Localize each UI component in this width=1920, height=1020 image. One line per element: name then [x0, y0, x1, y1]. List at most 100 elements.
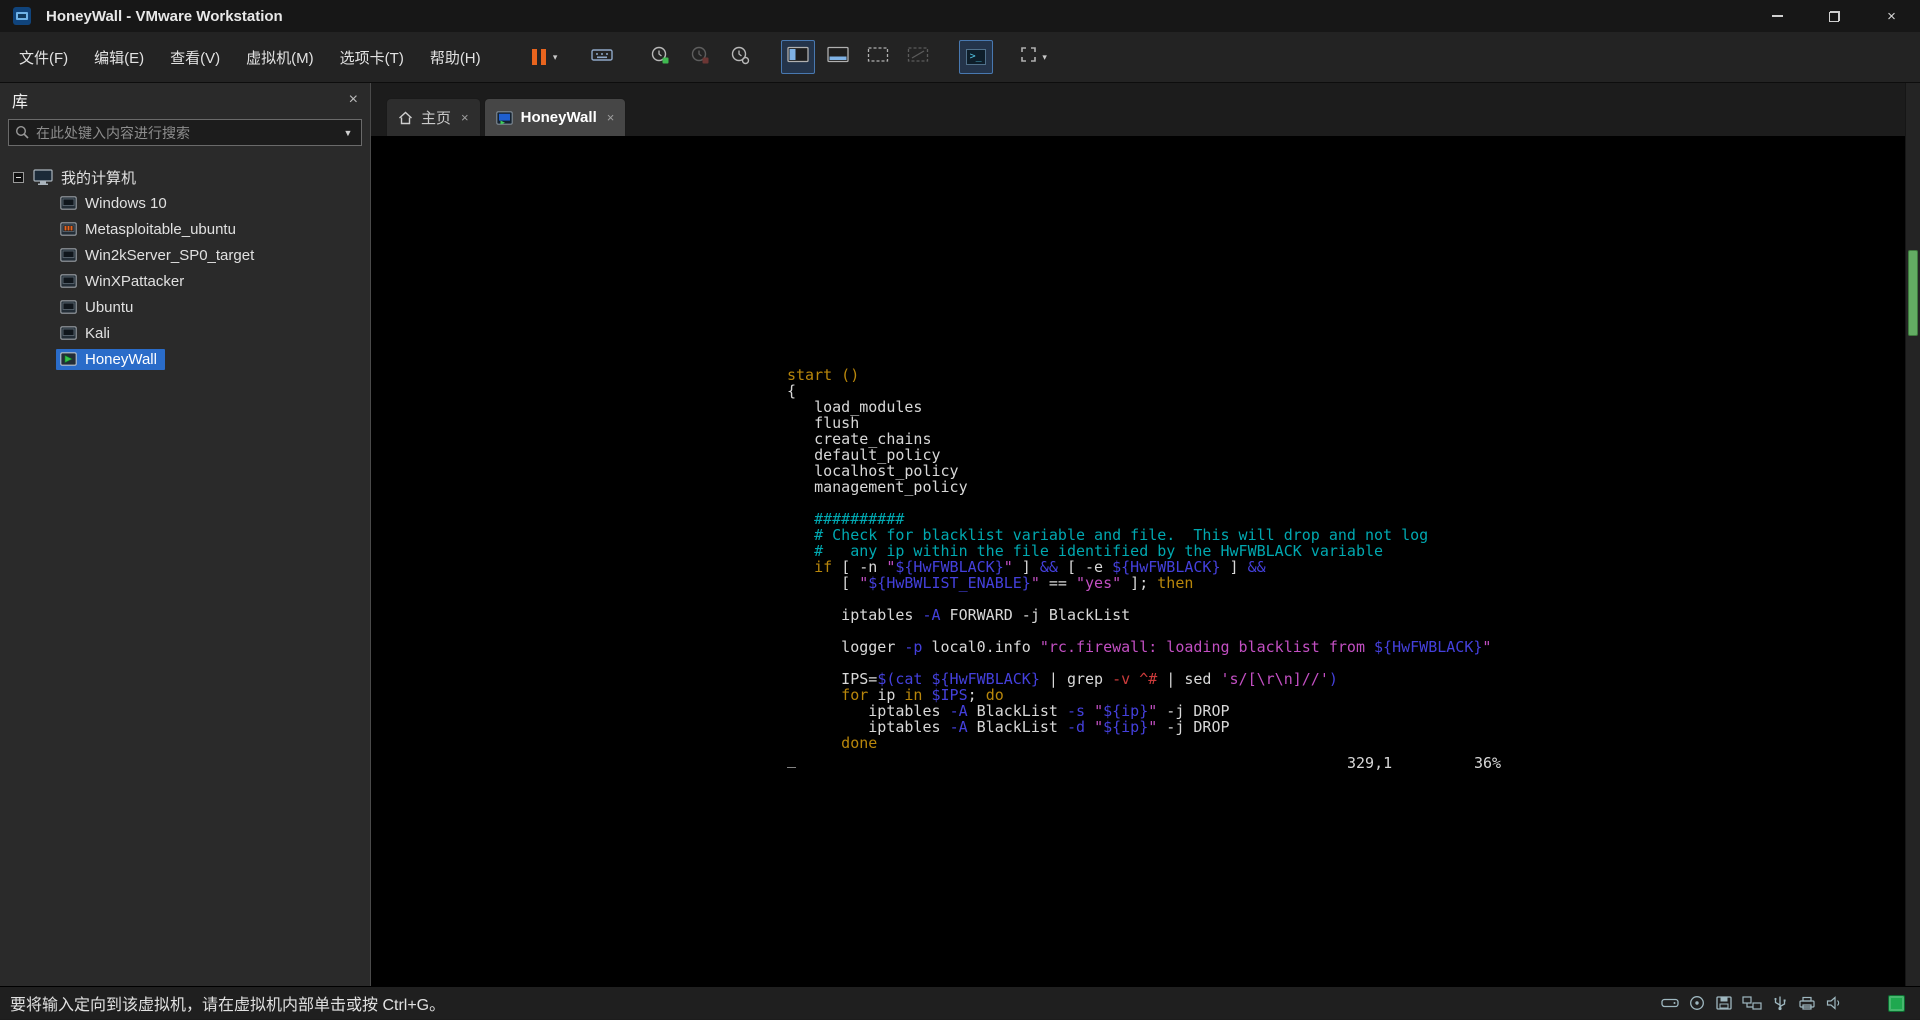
pause-button[interactable]: ▾ — [527, 40, 561, 74]
vertical-scrollbar[interactable] — [1905, 83, 1920, 986]
library-panel-icon — [786, 46, 809, 68]
thumbnail-bar-icon — [826, 46, 849, 68]
tab-bar: 主页 × HoneyWall × — [371, 83, 1920, 136]
tree-item-honeywall[interactable]: HoneyWall — [0, 346, 370, 372]
tree-item-label: WinXPattacker — [85, 272, 185, 290]
tree-item-label: Metasploitable_ubuntu — [85, 220, 236, 238]
printer-icon[interactable] — [1798, 995, 1816, 1011]
library-close-icon[interactable]: × — [349, 91, 358, 109]
window-controls: × — [1749, 0, 1920, 32]
take-snapshot-button[interactable] — [643, 40, 677, 74]
tab-home[interactable]: 主页 × — [386, 98, 481, 136]
fit-guest-button[interactable] — [861, 40, 895, 74]
vm-console-screen[interactable]: start (){ load_modules flush create_chai… — [371, 136, 1905, 986]
close-button[interactable]: × — [1863, 0, 1920, 32]
tree-item-windows10[interactable]: Windows 10 — [0, 190, 370, 216]
tree-item-label: Windows 10 — [85, 194, 167, 212]
restore-icon — [1829, 10, 1840, 22]
sound-icon[interactable] — [1825, 995, 1843, 1011]
tree-item-ubuntu[interactable]: Ubuntu — [0, 294, 370, 320]
floppy-icon[interactable] — [1715, 995, 1733, 1011]
minimize-button[interactable] — [1749, 0, 1806, 32]
vim-ruler: 329,1 — [1347, 754, 1393, 772]
window-title: HoneyWall - VMware Workstation — [46, 7, 283, 25]
tree-item-metasploitable[interactable]: Metasploitable_ubuntu — [0, 216, 370, 242]
vm-tab-icon — [495, 110, 513, 125]
status-message: 要将输入定向到该虚拟机，请在虚拟机内部单击或按 Ctrl+G。 — [10, 997, 446, 1014]
vm-workspace: 主页 × HoneyWall × start (){ load_modules … — [371, 83, 1920, 986]
main-menu: 文件(F) 编辑(E) 查看(V) 虚拟机(M) 选项卡(T) 帮助(H) — [6, 38, 494, 77]
tree-item-label: Ubuntu — [85, 298, 134, 316]
menu-edit[interactable]: 编辑(E) — [81, 38, 157, 77]
take-snapshot-icon — [650, 45, 670, 70]
tree-item-kali[interactable]: Kali — [0, 320, 370, 346]
usb-icon[interactable] — [1771, 995, 1789, 1011]
tab-honeywall[interactable]: HoneyWall × — [483, 98, 627, 136]
scrollbar-thumb[interactable] — [1908, 250, 1918, 336]
manage-snapshots-button[interactable] — [723, 40, 757, 74]
fullscreen-icon — [1020, 46, 1037, 68]
keyboard-icon — [590, 47, 613, 68]
vm-icon — [60, 248, 77, 262]
fit-window-button[interactable] — [901, 40, 935, 74]
tree-item-win2kserver[interactable]: Win2kServer_SP0_target — [0, 242, 370, 268]
pause-dropdown-caret-icon[interactable]: ▾ — [553, 52, 558, 63]
revert-snapshot-button[interactable] — [683, 40, 717, 74]
library-panel: 库 × ▼ — [0, 83, 371, 986]
vm-icon — [60, 300, 77, 314]
toolbar: ▾ >_ ▾ — [524, 40, 1054, 74]
tab-close-icon[interactable]: × — [607, 110, 615, 125]
revert-snapshot-icon — [690, 45, 710, 70]
console-view-toggle[interactable]: >_ — [958, 40, 993, 74]
show-library-toggle[interactable] — [780, 40, 815, 74]
tab-label: 主页 — [421, 110, 452, 127]
vm-icon — [60, 222, 77, 236]
search-input[interactable] — [36, 124, 335, 141]
vim-scroll-percent: 36% — [1474, 754, 1502, 772]
search-icon — [15, 125, 30, 140]
vm-icon — [60, 326, 77, 340]
menu-file[interactable]: 文件(F) — [6, 38, 81, 77]
content-area: 库 × ▼ — [0, 83, 1920, 986]
vm-state-indicator[interactable] — [1888, 995, 1905, 1012]
title-bar: HoneyWall - VMware Workstation × — [0, 0, 1920, 32]
search-dropdown-icon[interactable]: ▼ — [335, 120, 361, 145]
tree-item-my-computer[interactable]: 我的计算机 — [0, 164, 370, 190]
fit-window-icon — [907, 46, 929, 68]
library-search-box: ▼ — [8, 119, 362, 146]
status-bar: 要将输入定向到该虚拟机，请在虚拟机内部单击或按 Ctrl+G。 — [0, 986, 1920, 1019]
tab-label: HoneyWall — [520, 109, 597, 126]
show-thumbnail-bar-toggle[interactable] — [821, 40, 855, 74]
vm-icon — [60, 196, 77, 210]
fullscreen-dropdown-caret-icon[interactable]: ▾ — [1042, 52, 1047, 63]
tree-item-label: HoneyWall — [85, 350, 157, 368]
minimize-icon — [1772, 15, 1783, 17]
terminal-icon: >_ — [965, 49, 986, 65]
menu-help[interactable]: 帮助(H) — [417, 38, 494, 77]
vmware-logo-icon — [12, 6, 32, 26]
network-icon[interactable] — [1742, 995, 1762, 1011]
fit-guest-icon — [867, 46, 889, 68]
menu-vm[interactable]: 虚拟机(M) — [233, 38, 327, 77]
restore-button[interactable] — [1806, 0, 1863, 32]
device-status-icons — [1661, 987, 1843, 1019]
menu-tabs[interactable]: 选项卡(T) — [327, 38, 417, 77]
tree-item-label: Kali — [85, 324, 111, 342]
cd-rom-icon[interactable] — [1688, 995, 1706, 1011]
tab-close-icon[interactable]: × — [461, 110, 469, 125]
menu-bar: 文件(F) 编辑(E) 查看(V) 虚拟机(M) 选项卡(T) 帮助(H) ▾ — [0, 32, 1920, 83]
send-ctrl-alt-del-button[interactable] — [585, 40, 619, 74]
library-header: 库 × — [0, 83, 370, 117]
tree-item-winxpattacker[interactable]: WinXPattacker — [0, 268, 370, 294]
tree-collapse-icon[interactable] — [13, 171, 24, 183]
menu-view[interactable]: 查看(V) — [157, 38, 233, 77]
vm-icon — [60, 274, 77, 288]
home-icon — [398, 111, 413, 125]
pause-icon — [531, 49, 537, 65]
manage-snapshots-icon — [730, 45, 750, 70]
hard-disk-icon[interactable] — [1661, 995, 1679, 1011]
fullscreen-button[interactable]: ▾ — [1017, 40, 1051, 74]
computer-icon — [33, 168, 53, 186]
vm-tree: 我的计算机 Windows 10 Metasploitable_ubuntu W… — [0, 152, 370, 372]
close-icon: × — [1887, 7, 1896, 25]
